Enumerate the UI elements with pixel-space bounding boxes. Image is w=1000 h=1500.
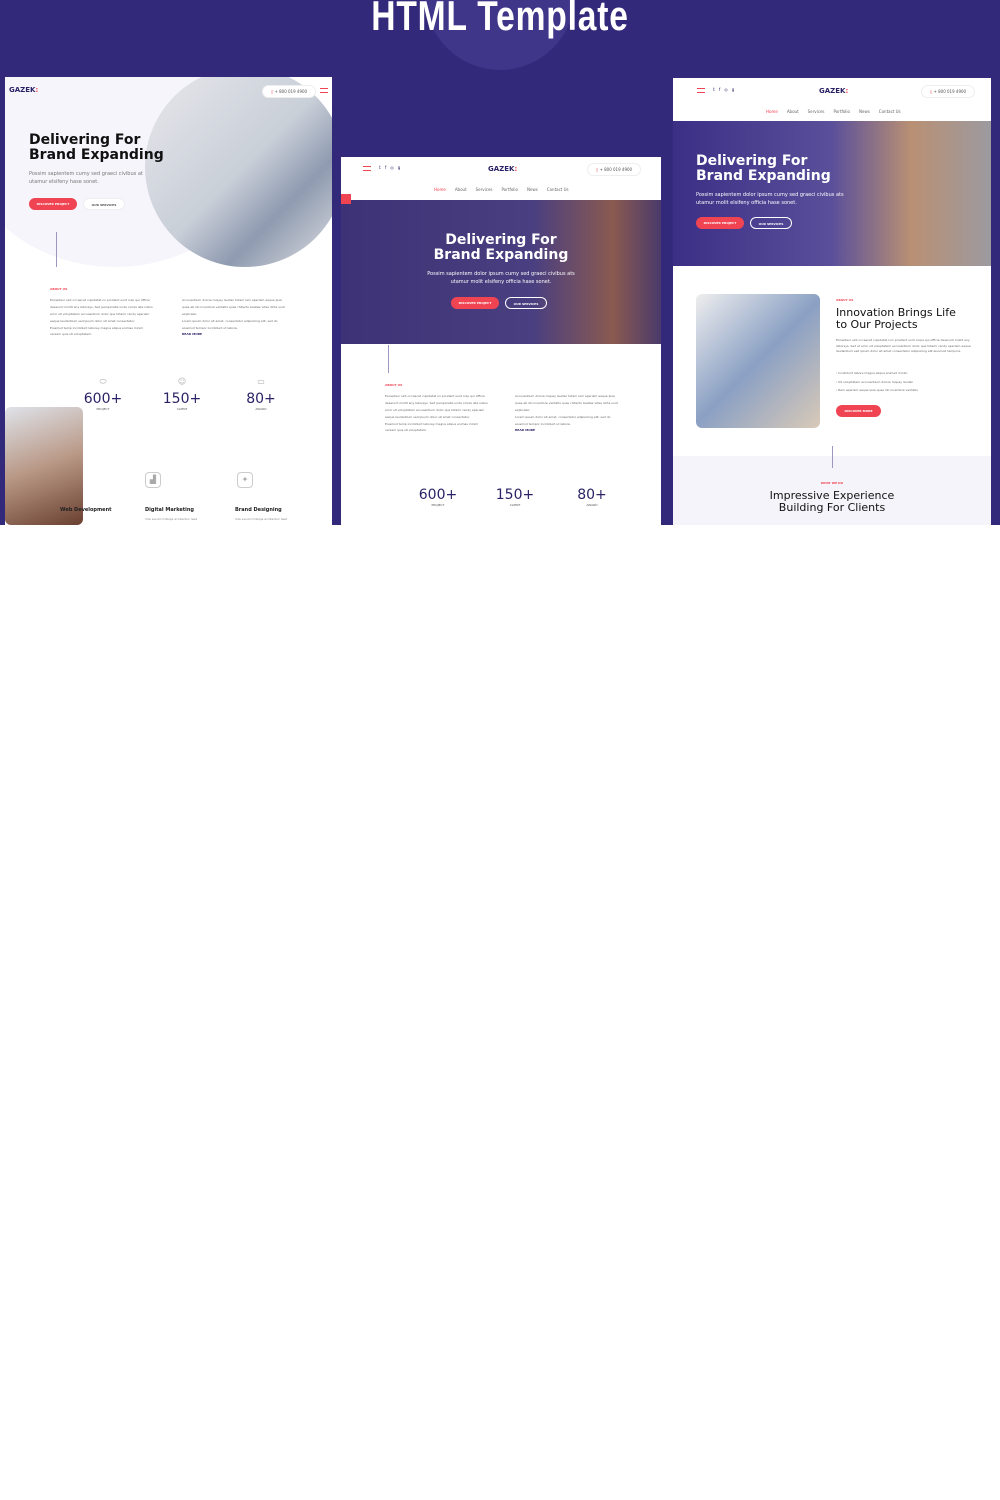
user-icon: ☺ xyxy=(177,377,187,386)
mockup-home-2: 𝕥 f ◎ g GAZEK: ▯ + 800 019 4900 Home About Se… xyxy=(341,157,661,525)
monitor-icon: ▭ xyxy=(257,377,265,386)
promo-banner: HTML Template GAZEK: ▯ + 800 019 4900 De… xyxy=(0,0,1000,525)
stat-clients: 150+ CLIENT xyxy=(495,487,535,507)
scroll-down-arrow[interactable] xyxy=(56,232,57,267)
service-title: Brand Designing xyxy=(235,507,282,513)
mockup-home-1: GAZEK: ▯ + 800 019 4900 Delivering For Br… xyxy=(5,77,332,525)
banner-title: HTML Template xyxy=(371,0,629,39)
settings-toggle[interactable] xyxy=(341,194,351,204)
menu-icon[interactable] xyxy=(320,88,328,93)
hero-text: Possim sapientem cumy sed graeci civibus… xyxy=(29,171,143,185)
mockup-home-3: 𝕥 f ◎ g GAZEK: ▯ + 800 019 4900 Home About Se… xyxy=(673,78,991,525)
phone-button[interactable]: ▯ + 800 019 4900 xyxy=(587,163,642,176)
our-services-button[interactable]: OUR SERVICES xyxy=(505,297,547,309)
pills-icon: ⬭ xyxy=(99,377,107,386)
stat-projects: ⬭ 600+ PROJECT xyxy=(83,377,123,411)
logo[interactable]: GAZEK: xyxy=(488,165,517,173)
scroll-down-arrow[interactable] xyxy=(832,446,833,468)
phone-button[interactable]: ▯ + 800 019 4900 xyxy=(921,85,976,98)
social-links[interactable]: 𝕥 f ◎ g xyxy=(713,87,734,92)
service-title: Digital Marketing xyxy=(145,507,195,513)
discover-project-button[interactable]: DISCOVER PROJECT xyxy=(696,217,744,229)
stat-awards: 80+ AWARD xyxy=(577,487,607,507)
stat-awards: ▭ 80+ AWARD xyxy=(246,377,276,411)
our-services-button[interactable]: OUR SERVICES xyxy=(750,217,792,229)
menu-icon[interactable] xyxy=(363,166,371,171)
stat-clients: ☺ 150+ CLIENT xyxy=(162,377,202,411)
read-more-link[interactable]: READ MORE xyxy=(182,331,287,338)
chart-icon: ▟ xyxy=(145,472,161,488)
hero-section: Delivering For Brand Expanding Possim sap… xyxy=(673,121,991,266)
read-more-link[interactable]: READ MORE xyxy=(515,427,620,434)
our-services-button[interactable]: OUR SERVICES xyxy=(83,198,125,210)
logo[interactable]: GAZEK: xyxy=(819,87,848,95)
hero-title: Delivering For xyxy=(29,132,141,148)
social-links[interactable]: 𝕥 f ◎ g xyxy=(379,165,400,170)
discover-project-button[interactable]: DISCOVER PROJECT xyxy=(451,297,499,309)
stat-projects: 600+ PROJECT xyxy=(418,487,458,507)
about-label: ABOUT US xyxy=(50,287,68,291)
bullet-list: › Incididunt labore magna aliqua enimad … xyxy=(836,371,918,393)
support-photo xyxy=(696,294,820,428)
scroll-down-arrow[interactable] xyxy=(388,345,389,373)
bulb-icon: ✦ xyxy=(237,472,253,488)
menu-icon[interactable] xyxy=(697,88,705,93)
logo[interactable]: GAZEK: xyxy=(9,86,38,94)
discover-project-button[interactable]: DISCOVER PROJECT xyxy=(29,198,77,210)
main-nav[interactable]: Home About Services Portfolio News Contact Us xyxy=(434,187,569,192)
phone-button[interactable]: ▯ + 800 019 4900 xyxy=(262,85,317,98)
main-nav[interactable]: Home About Services Portfolio News Contact Us xyxy=(766,109,901,114)
hero-section: Delivering For Brand Expanding Possim sap… xyxy=(341,200,661,344)
discover-more-button[interactable]: DISCOVER MORE xyxy=(836,405,881,417)
service-title: Web Development xyxy=(60,507,112,513)
